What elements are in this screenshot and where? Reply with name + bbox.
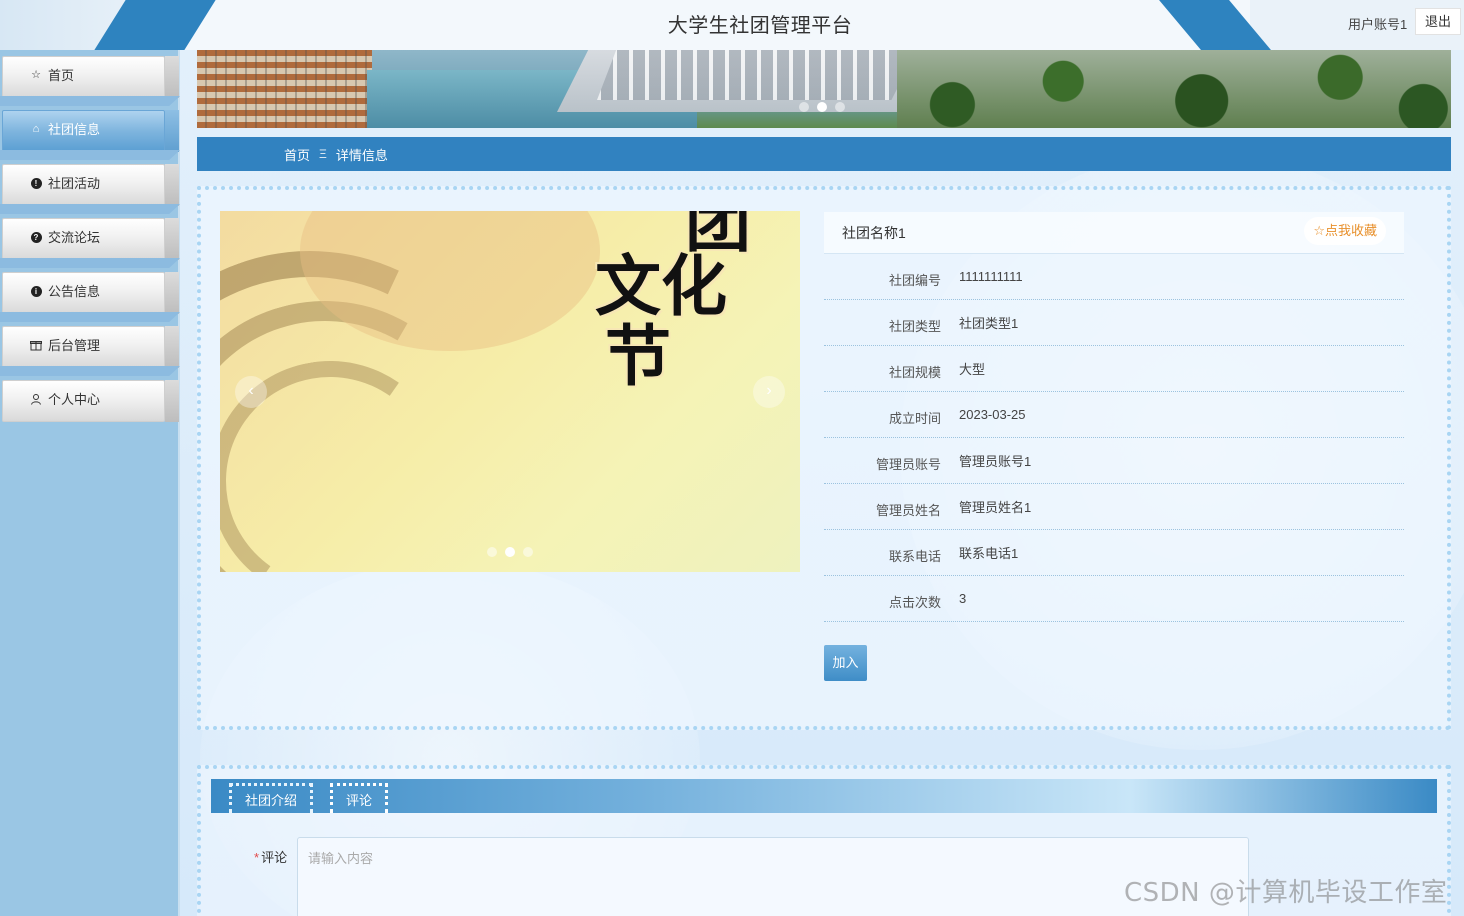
info-value: 3	[959, 591, 967, 606]
info-key: 社团规模	[888, 365, 941, 380]
poster-headline-line: 文化	[595, 247, 727, 325]
info-row: 社团规模 大型	[824, 346, 1404, 392]
breadcrumb-separator: Ξ	[319, 147, 327, 161]
info-row: 联系电话 联系电话1	[824, 530, 1404, 576]
carousel-indicators	[487, 547, 533, 557]
info-key: 社团编号	[888, 273, 941, 288]
sidebar-item-home[interactable]: ☆ 首页	[0, 50, 180, 106]
sidebar-item-announcements[interactable]: i 公告信息	[0, 266, 180, 322]
banner-image-part	[197, 50, 372, 128]
join-button[interactable]: 加入	[824, 645, 867, 681]
breadcrumb-home[interactable]: 首页	[284, 145, 310, 164]
info-value: 联系电话1	[959, 546, 1019, 561]
club-name-row: 社团名称1 ☆点我收藏	[824, 212, 1404, 254]
site-title: 大学生社团管理平台	[667, 15, 853, 37]
required-mark: *	[254, 850, 260, 865]
carousel-next-button[interactable]: ›	[753, 376, 785, 408]
question-circle-icon: ?	[30, 231, 42, 243]
info-key: 社团类型	[888, 319, 941, 334]
info-key: 管理员账号	[875, 457, 941, 472]
sidebar-item-forum[interactable]: ? 交流论坛	[0, 212, 180, 268]
sidebar-item-label: 后台管理	[48, 338, 101, 353]
image-carousel: 团 文化 节 ‹ ›	[220, 211, 800, 572]
comment-label: * 评论	[254, 847, 287, 866]
current-user: 用户账号1	[1348, 17, 1408, 32]
banner-indicators	[799, 102, 845, 112]
poster-headline-line: 节	[605, 317, 671, 395]
sidebar-item-label: 首页	[48, 68, 75, 83]
sidebar-item-profile[interactable]: 个人中心	[0, 374, 180, 428]
club-info-list: 社团名称1 ☆点我收藏 社团编号 1111111111 社团类型 社团类型1 社团规…	[824, 212, 1404, 622]
top-header: 大学生社团管理平台 用户账号1 退出	[0, 0, 1464, 50]
poster-headline: 团 文化 节	[595, 211, 775, 395]
sidebar-tab[interactable]	[2, 56, 165, 98]
watermark: CSDN @计算机毕设工作室	[1124, 878, 1448, 908]
tab-comments[interactable]: 评论	[330, 783, 389, 813]
star-outline-icon: ☆	[31, 69, 41, 81]
info-row: 成立时间 2023-03-25	[824, 392, 1404, 438]
sidebar-item-label: 社团活动	[48, 176, 101, 191]
sidebar-tab-edge	[165, 272, 179, 314]
tab-bar: 社团介绍 评论	[211, 779, 1437, 813]
sidebar-item-club-info[interactable]: ⌂ 社团信息	[0, 104, 180, 160]
info-value: 1111111111	[959, 269, 1023, 284]
sidebar-item-admin[interactable]: 后台管理	[0, 320, 180, 376]
sidebar-tab-edge	[165, 56, 179, 98]
tab-club-intro[interactable]: 社团介绍	[229, 783, 314, 813]
breadcrumb: 首页 Ξ 详情信息	[197, 137, 1451, 171]
info-key: 点击次数	[888, 595, 941, 610]
banner-dot-active[interactable]	[817, 102, 827, 112]
info-value: 管理员账号1	[959, 454, 1032, 469]
sidebar-tab-edge	[165, 218, 179, 260]
home-outline-icon: ⌂	[32, 123, 40, 135]
banner-dot[interactable]	[799, 102, 809, 112]
info-circle-icon: i	[30, 285, 42, 297]
sidebar-item-label: 个人中心	[48, 392, 101, 407]
info-row: 管理员姓名 管理员姓名1	[824, 484, 1404, 530]
comment-label-text: 评论	[261, 850, 288, 865]
info-row: 社团类型 社团类型1	[824, 300, 1404, 346]
info-value: 管理员姓名1	[959, 500, 1032, 515]
banner-image-part	[597, 50, 917, 100]
banner-carousel	[197, 50, 1451, 128]
carousel-dot-active[interactable]	[505, 547, 515, 557]
club-name: 社团名称1	[842, 224, 906, 241]
carousel-prev-button[interactable]: ‹	[235, 376, 267, 408]
user-outline-icon	[30, 393, 42, 405]
gift-icon	[30, 339, 42, 351]
breadcrumb-current: 详情信息	[335, 147, 388, 163]
carousel-dot[interactable]	[523, 547, 533, 557]
info-row: 管理员账号 管理员账号1	[824, 438, 1404, 484]
banner-image-part	[897, 50, 1451, 128]
sidebar-tab-edge	[165, 380, 179, 422]
sidebar-tab-edge	[165, 326, 179, 368]
info-value: 大型	[959, 362, 986, 377]
exclamation-circle-icon: !	[30, 177, 42, 189]
comment-input[interactable]	[297, 837, 1249, 916]
info-key: 联系电话	[888, 549, 941, 564]
info-row: 点击次数 3	[824, 576, 1404, 622]
carousel-dot[interactable]	[487, 547, 497, 557]
favorite-button[interactable]: ☆点我收藏	[1304, 217, 1386, 245]
sidebar-item-club-activities[interactable]: ! 社团活动	[0, 158, 180, 214]
info-value: 2023-03-25	[959, 407, 1026, 422]
info-key: 管理员姓名	[875, 503, 941, 518]
info-key: 成立时间	[888, 411, 941, 426]
sidebar-tab-edge	[165, 164, 179, 206]
info-value: 社团类型1	[959, 316, 1019, 331]
sidebar-item-label: 社团信息	[48, 122, 101, 137]
sidebar-item-label: 交流论坛	[48, 230, 101, 245]
info-row: 社团编号 1111111111	[824, 254, 1404, 300]
sidebar-item-label: 公告信息	[48, 284, 101, 299]
banner-dot[interactable]	[835, 102, 845, 112]
sidebar: ☆ 首页 ⌂ 社团信息 ! 社团活动 ? 交流论坛 i 公告信息 后台管理 个人…	[0, 50, 180, 916]
sidebar-tab-edge	[165, 110, 179, 152]
logout-button[interactable]: 退出	[1415, 8, 1461, 35]
